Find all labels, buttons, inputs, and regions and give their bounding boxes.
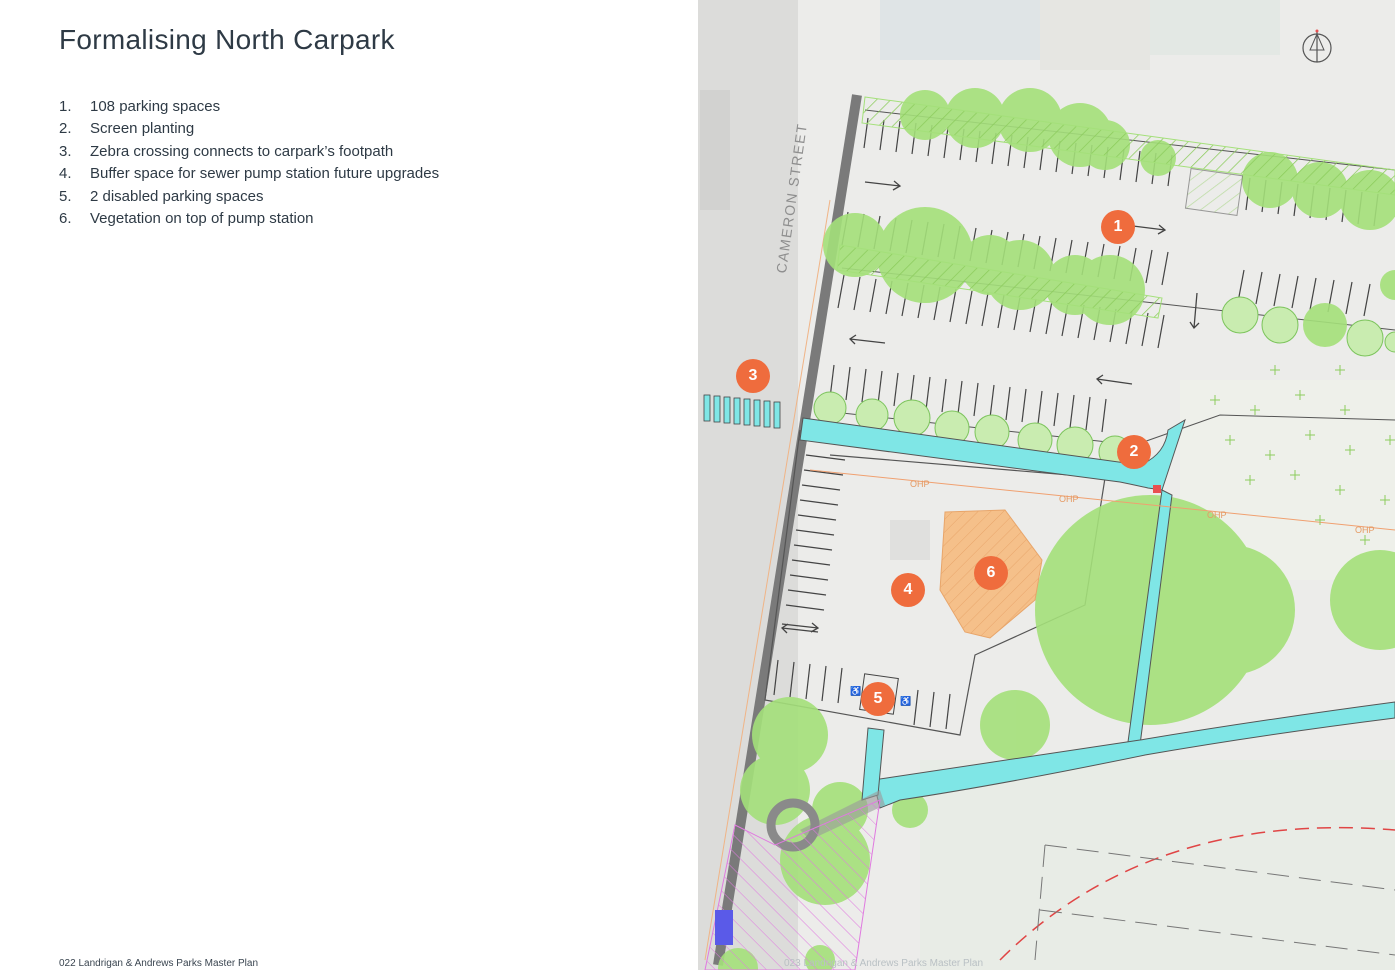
item-text: 108 parking spaces — [90, 98, 221, 115]
footer-right: 023 Landrigan & Andrews Parks Master Pla… — [784, 958, 983, 969]
disabled-parking-icon: ♿ — [900, 696, 912, 706]
ohp-label: OHP — [1059, 494, 1079, 504]
text-panel: Formalising North Carpark 1. 108 parking … — [0, 0, 698, 970]
ohp-label: OHP — [1207, 510, 1227, 520]
item-text: 2 disabled parking spaces — [90, 187, 264, 205]
list-item: 3. Zebra crossing connects to carpark’s f… — [59, 141, 439, 163]
ohp-label: OHP — [1355, 525, 1375, 535]
footer-left: 022 Landrigan & Andrews Parks Master Pla… — [59, 958, 258, 969]
list-item: 2. Screen planting — [59, 118, 439, 140]
ohp-label: OHP — [910, 479, 930, 489]
disabled-parking-icon: ♿ — [850, 686, 862, 696]
list-item: 6. Vegetation on top of pump station — [59, 208, 439, 230]
item-number: 6. — [59, 209, 72, 227]
map-marker: 6 — [974, 556, 1008, 590]
north-arrow-icon — [1302, 28, 1332, 64]
map-marker: 5 — [861, 682, 895, 716]
item-number: 5. — [59, 187, 72, 205]
item-number: 4. — [59, 165, 72, 183]
item-number: 1. — [59, 98, 72, 115]
list-item: 4. Buffer space for sewer pump station fu… — [59, 163, 439, 185]
page-title: Formalising North Carpark — [59, 24, 395, 55]
map-marker: 3 — [736, 359, 770, 393]
map-marker: 1 — [1101, 210, 1135, 244]
item-text: Zebra crossing connects to carpark’s foo… — [90, 142, 394, 160]
feature-list: 1. 108 parking spaces 2. Screen planting 3… — [59, 96, 439, 230]
map-marker: 2 — [1117, 435, 1151, 469]
item-text: Screen planting — [90, 120, 195, 138]
item-text: Vegetation on top of pump station — [90, 209, 314, 227]
list-item: 1. 108 parking spaces — [59, 96, 439, 118]
item-number: 3. — [59, 142, 72, 160]
list-item: 5. 2 disabled parking spaces — [59, 186, 439, 208]
item-text: Buffer space for sewer pump station futu… — [90, 165, 440, 183]
item-number: 2. — [59, 120, 72, 138]
map-marker: 4 — [891, 573, 925, 607]
